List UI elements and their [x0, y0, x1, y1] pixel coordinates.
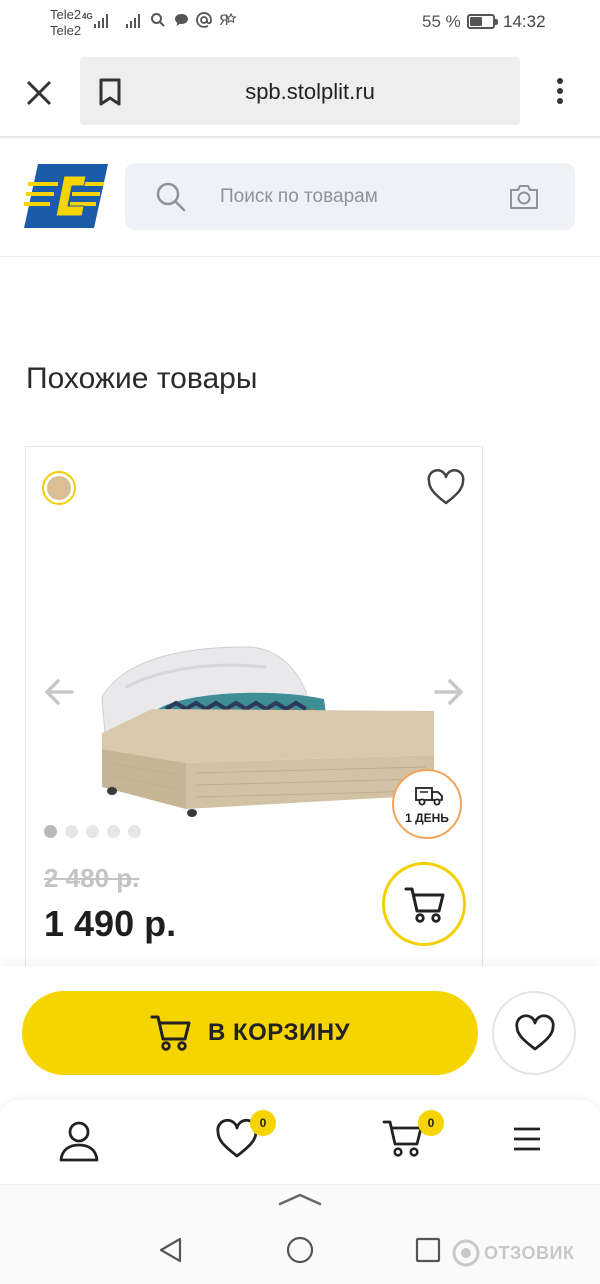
cart-icon — [404, 887, 445, 923]
stolplit-logo[interactable] — [24, 162, 108, 230]
otzovik-logo-icon — [452, 1239, 480, 1267]
swatch-color — [47, 476, 71, 500]
more-vert-icon[interactable] — [546, 74, 574, 108]
add-to-cart-label: В КОРЗИНУ — [207, 1019, 351, 1046]
address-bar[interactable]: spb.stolplit.ru — [80, 57, 520, 125]
battery-percent: 55 % — [422, 12, 461, 31]
delivery-badge: 1 ДЕНЬ — [392, 769, 462, 839]
action-bar: В КОРЗИНУ — [0, 966, 600, 1104]
gallery-dot[interactable] — [44, 825, 57, 838]
heart-icon[interactable] — [426, 469, 466, 507]
nav-profile[interactable] — [56, 1118, 104, 1166]
clock: 14:32 — [503, 12, 546, 31]
menu-icon — [514, 1127, 540, 1151]
search-bar[interactable] — [125, 163, 575, 230]
search-icon[interactable] — [155, 181, 187, 213]
cart-icon — [150, 1015, 191, 1051]
color-swatch[interactable] — [42, 471, 76, 505]
browser-toolbar: spb.stolplit.ru — [0, 46, 600, 138]
cart-badge: 0 — [418, 1110, 444, 1136]
product-card[interactable]: 1 ДЕНЬ 2 480 р. 1 490 р. — [25, 446, 483, 1006]
arrow-right-icon[interactable] — [432, 675, 466, 709]
network-type: 4G — [82, 12, 93, 21]
back-icon[interactable] — [156, 1235, 186, 1265]
search-icon — [150, 12, 166, 33]
wishlist-button[interactable] — [492, 991, 576, 1075]
gallery-dot[interactable] — [65, 825, 78, 838]
battery-icon — [467, 14, 498, 29]
section-title: Похожие товары — [26, 362, 258, 395]
add-to-cart-button[interactable]: В КОРЗИНУ — [22, 991, 478, 1075]
add-to-cart-button-small[interactable] — [382, 862, 466, 946]
site-header — [0, 140, 600, 257]
home-icon[interactable] — [285, 1235, 315, 1265]
svg-text:Я: Я — [219, 13, 229, 28]
signal-icon — [126, 14, 140, 28]
delivery-label: 1 ДЕНЬ — [405, 811, 449, 825]
nav-cart[interactable]: 0 — [382, 1110, 444, 1166]
yandex-icon: Я — [219, 12, 237, 33]
bottom-navigation: 0 0 — [0, 1100, 600, 1184]
gallery-dot[interactable] — [128, 825, 141, 838]
carrier-label-1: Tele2 — [50, 7, 82, 22]
gallery-dot[interactable] — [107, 825, 120, 838]
user-icon — [59, 1121, 99, 1162]
chevron-up-icon[interactable] — [277, 1191, 323, 1207]
otzovik-watermark: ОТЗОВИК — [452, 1239, 574, 1267]
system-navigation: ОТЗОВИК — [0, 1184, 600, 1284]
heart-icon — [515, 1014, 555, 1051]
nav-menu[interactable] — [506, 1118, 554, 1166]
carrier-label-2: Tele2 — [50, 23, 82, 38]
favorites-badge: 0 — [250, 1110, 276, 1136]
old-price: 2 480 р. — [44, 863, 140, 893]
signal-icon — [94, 14, 108, 28]
truck-icon — [415, 787, 443, 806]
status-bar: Tele2 Tele2 4G Я 55 % 14:32 — [0, 0, 600, 46]
gallery-dots[interactable] — [44, 825, 141, 838]
camera-icon[interactable] — [508, 183, 540, 211]
price: 1 490 р. — [44, 903, 177, 944]
at-icon — [195, 11, 213, 34]
close-icon[interactable] — [22, 76, 56, 110]
gallery-dot[interactable] — [86, 825, 99, 838]
nav-favorites[interactable]: 0 — [214, 1110, 276, 1166]
search-input[interactable] — [220, 163, 490, 230]
url-text[interactable]: spb.stolplit.ru — [80, 79, 520, 105]
battery-level — [470, 17, 482, 26]
pull-out-bed-drawer[interactable] — [66, 537, 446, 847]
watermark-text: ОТЗОВИК — [484, 1242, 575, 1263]
recents-icon[interactable] — [413, 1235, 443, 1265]
arrow-left-icon[interactable] — [42, 675, 76, 709]
chat-icon — [173, 12, 190, 33]
